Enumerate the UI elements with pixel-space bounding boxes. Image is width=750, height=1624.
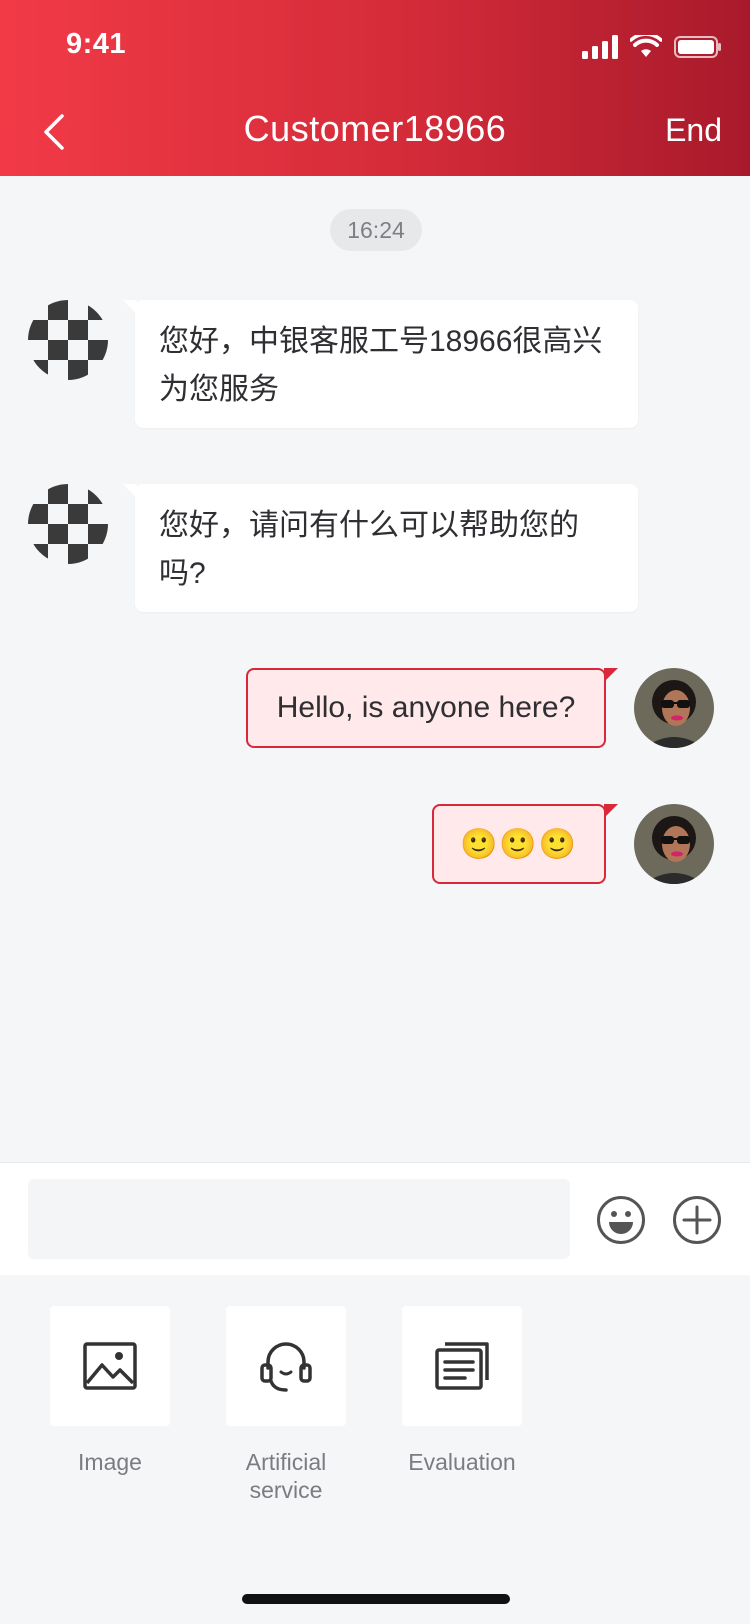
agent-message-bubble: 您好，请问有什么可以帮助您的吗? bbox=[123, 484, 638, 612]
signal-icon bbox=[582, 35, 618, 59]
end-button[interactable]: End bbox=[665, 112, 722, 149]
panel-tile[interactable] bbox=[226, 1306, 346, 1426]
battery-icon bbox=[674, 36, 721, 58]
home-indicator[interactable] bbox=[242, 1594, 510, 1604]
input-bar bbox=[0, 1162, 750, 1275]
panel-item-evaluation[interactable]: Evaluation bbox=[402, 1306, 522, 1476]
user-avatar-image bbox=[634, 668, 714, 748]
panel-tile[interactable] bbox=[402, 1306, 522, 1426]
page-title: Customer18966 bbox=[243, 108, 507, 149]
wifi-icon bbox=[630, 35, 662, 57]
document-stack-icon bbox=[435, 1342, 489, 1390]
user-avatar[interactable] bbox=[634, 668, 714, 748]
image-icon bbox=[83, 1342, 137, 1390]
panel-item-image[interactable]: Image bbox=[50, 1306, 170, 1476]
panel-item-artificial-service[interactable]: Artificial service bbox=[226, 1306, 346, 1504]
message-input[interactable] bbox=[28, 1179, 570, 1259]
panel-label: Artificial service bbox=[245, 1449, 327, 1503]
agent-avatar[interactable] bbox=[28, 300, 108, 380]
user-emoji-bubble: 🙂🙂🙂 bbox=[432, 804, 618, 884]
headset-icon bbox=[260, 1342, 312, 1392]
status-time: 9:41 bbox=[66, 28, 127, 60]
plus-icon[interactable] bbox=[672, 1195, 722, 1245]
agent-message-bubble: 您好，中银客服工号18966很高兴为您服务 bbox=[123, 300, 638, 428]
emoji-icon[interactable] bbox=[596, 1195, 646, 1245]
panel-tile[interactable] bbox=[50, 1306, 170, 1426]
status-icons bbox=[582, 32, 722, 62]
panel-label: Evaluation bbox=[408, 1449, 516, 1475]
chat-timestamp: 16:24 bbox=[330, 209, 422, 251]
nav-header: 9:41 Customer18966 End bbox=[0, 0, 750, 176]
user-avatar[interactable] bbox=[634, 804, 714, 884]
user-message-bubble: Hello, is anyone here? bbox=[246, 668, 618, 748]
agent-avatar[interactable] bbox=[28, 484, 108, 564]
panel-label: Image bbox=[78, 1449, 142, 1475]
user-avatar-image bbox=[634, 804, 714, 884]
